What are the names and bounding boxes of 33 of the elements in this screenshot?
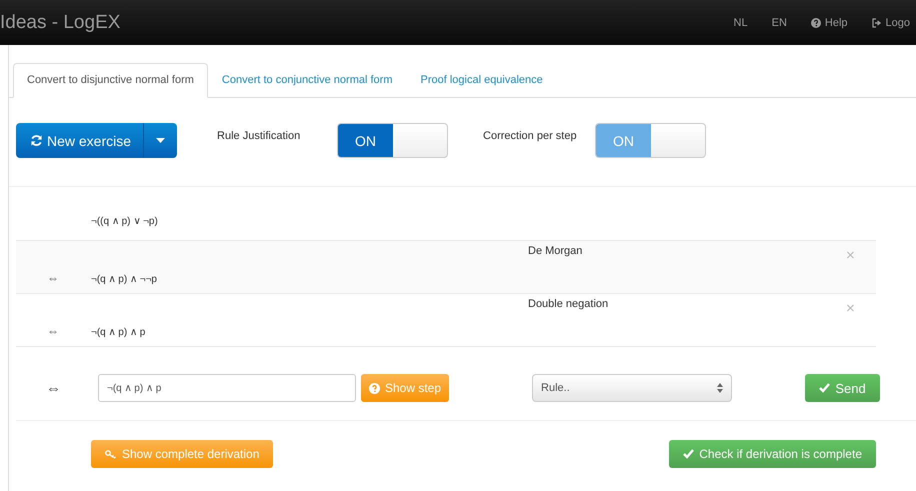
formula-input[interactable]: ¬(q ∧ p) ∧ p [98,374,356,402]
nav-link[interactable]: Help [798,16,860,28]
toggle-label: Rule Justification [217,130,302,142]
nav-link[interactable]: Logo [860,16,916,28]
key-icon [105,450,117,458]
check-icon [819,383,830,393]
equivalence-symbol: ⇔ [46,323,60,340]
nav-link[interactable]: EN [760,16,799,28]
app-title: Ideas - LogEX [0,12,120,34]
rule-select[interactable]: Rule.. [532,374,732,402]
formula-text: ¬((q ∧ p) ∨ ¬p) [91,216,158,227]
new-exercise-button[interactable]: New exercise [16,123,144,158]
updown-icon [717,383,724,393]
caret-icon [156,138,166,143]
toggle-switch[interactable]: ON [337,123,448,158]
rule-name: De Morgan [528,244,584,259]
sign-out-icon [872,18,882,28]
rule-name: Double negation [528,297,610,312]
toggle-label: Correction per step [483,130,578,142]
formula-text: ¬(q ∧ p) ∧ ¬¬p [91,273,158,287]
tab[interactable]: Proof logical equivalence [406,63,557,97]
check-icon [683,449,694,459]
check-derivation-button[interactable]: Check if derivation is complete [669,440,876,468]
tab[interactable]: Convert to conjunctive normal form [208,63,406,97]
equivalence-symbol: ⇔ [45,380,62,396]
help-icon [369,382,380,394]
equivalence-symbol: ⇔ [46,270,60,287]
send-button[interactable]: Send [805,374,880,402]
formula-text: ¬(q ∧ p) ∧ p [91,326,146,340]
help-icon [810,18,821,28]
nav-link[interactable]: NL [722,16,760,28]
tab[interactable]: Convert to disjunctive normal form [13,63,208,98]
refresh-icon [30,134,43,147]
